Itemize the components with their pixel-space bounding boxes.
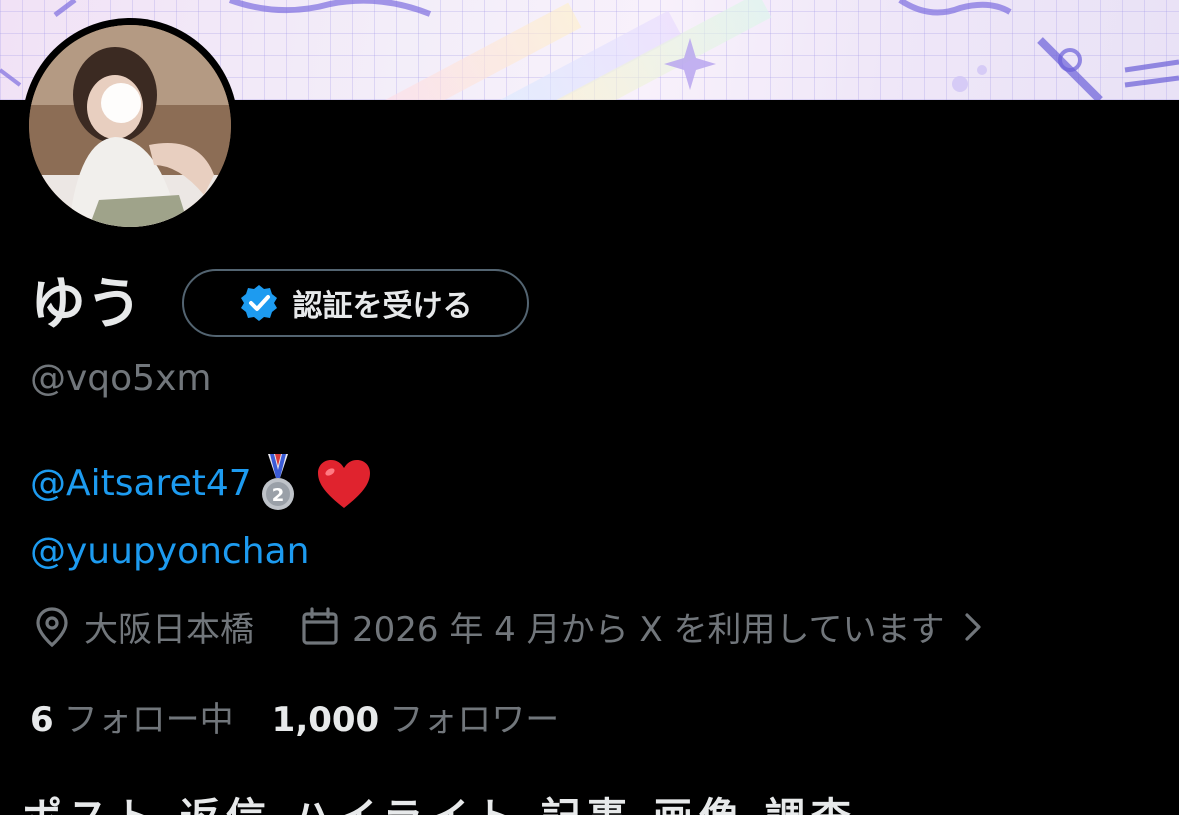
svg-text:2: 2: [271, 485, 284, 506]
verified-badge-icon: [239, 283, 279, 323]
profile-meta: 大阪日本橋 2026 年 4 月から X を利用しています: [30, 602, 988, 651]
profile-page: ゆう 認証を受ける @vqo5xm @Aitsaret47 2 @yuupyon…: [0, 0, 1179, 815]
username-handle: @vqo5xm: [30, 358, 212, 399]
following-count: 6: [30, 700, 54, 740]
bio-mention-link[interactable]: @yuupyonchan: [30, 518, 309, 586]
follow-stats: 6 フォロー中 1,000 フォロワー: [30, 692, 559, 741]
chevron-right-icon[interactable]: [958, 607, 988, 647]
followers-count: 1,000: [271, 700, 380, 740]
avatar-photo: [29, 25, 231, 227]
profile-bio: @Aitsaret47 2 @yuupyonchan: [30, 450, 372, 586]
profile-location: 大阪日本橋: [84, 610, 254, 650]
following-label: フォロー中: [63, 700, 234, 740]
bio-line: @Aitsaret47 2: [30, 450, 372, 518]
get-verified-label: 認証を受ける: [292, 289, 473, 324]
profile-avatar[interactable]: [22, 18, 238, 234]
display-name: ゆう: [30, 272, 142, 337]
location-pin-icon: [30, 605, 74, 649]
bio-mention-link[interactable]: @Aitsaret47: [30, 450, 252, 518]
following-link[interactable]: 6 フォロー中: [30, 692, 234, 741]
calendar-icon: [298, 605, 342, 649]
avatar-image: [29, 25, 231, 227]
red-heart-icon: [316, 458, 372, 510]
get-verified-button[interactable]: 認証を受ける: [182, 269, 529, 337]
profile-tabs[interactable]: ポスト 返信 ハイライト 記事 画像 調査: [22, 798, 857, 815]
followers-link[interactable]: 1,000 フォロワー: [272, 692, 560, 741]
bio-line: @yuupyonchan: [30, 518, 372, 586]
followers-label: フォロワー: [389, 700, 560, 740]
joined-date: 2026 年 4 月から X を利用しています: [352, 610, 945, 650]
second-place-medal-icon: 2: [258, 454, 298, 514]
